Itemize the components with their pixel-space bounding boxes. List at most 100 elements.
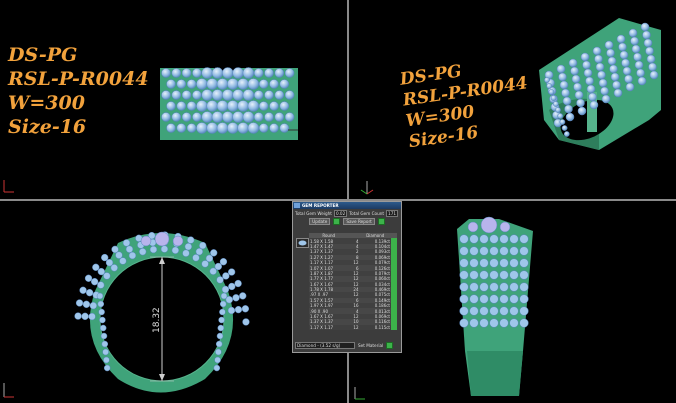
gem-stone bbox=[621, 58, 630, 68]
gem-stone bbox=[459, 306, 469, 316]
gem-stone bbox=[239, 292, 247, 300]
gem-stone bbox=[499, 282, 509, 292]
gem-stone bbox=[242, 318, 250, 326]
gem-stone bbox=[97, 267, 105, 276]
row-check-icon[interactable] bbox=[391, 324, 397, 331]
gem-stone bbox=[479, 318, 489, 328]
gem-stone bbox=[219, 258, 228, 266]
gem-reporter-titlebar[interactable]: GEM REPORTER bbox=[293, 202, 401, 209]
save-report-button[interactable]: Save Report bbox=[343, 217, 375, 225]
gem-stone bbox=[139, 248, 147, 256]
table-row[interactable]: 1.37 X 1.37 10 0.116ct bbox=[309, 319, 397, 325]
gem-stone bbox=[592, 46, 602, 56]
gem-stone bbox=[509, 318, 519, 328]
table-row[interactable]: 1.17 X 1.17 12 0.079ct bbox=[309, 259, 397, 266]
gem-stone bbox=[161, 68, 171, 78]
table-row[interactable]: 1.67 X 1.67 12 0.034ct bbox=[309, 281, 397, 287]
gem-stone bbox=[582, 60, 591, 70]
gem-stone bbox=[519, 282, 529, 292]
gem-stone bbox=[227, 306, 236, 315]
gem-stone bbox=[97, 300, 105, 308]
gem-stone bbox=[192, 112, 202, 122]
viewport-top-left[interactable]: DS-PG RSL-P-R0044 W=300 Size-16 bbox=[0, 0, 347, 199]
gem-stone bbox=[616, 34, 626, 44]
gem-stone bbox=[274, 68, 285, 78]
gem-stone bbox=[269, 123, 279, 133]
gem-stone bbox=[557, 113, 564, 119]
gem-stone bbox=[279, 79, 290, 89]
table-row[interactable]: 1.77 X 1.77 12 0.060ct bbox=[309, 276, 397, 282]
gem-stone bbox=[585, 76, 594, 86]
gem-stone bbox=[279, 123, 290, 133]
table-row[interactable]: 1.17 X 1.17 12 0.115ct bbox=[309, 324, 397, 331]
gem-stone bbox=[633, 52, 642, 62]
gem-stone bbox=[604, 40, 614, 50]
table-row[interactable]: .97 X .97 12 0.075ct bbox=[309, 292, 397, 298]
save-report-check-icon[interactable] bbox=[377, 217, 385, 225]
gem-stone bbox=[242, 89, 255, 101]
gem-stone bbox=[479, 306, 489, 316]
axis-gizmo-icon bbox=[360, 181, 374, 195]
gem-stone bbox=[563, 131, 570, 137]
gem-stone bbox=[643, 38, 653, 48]
ring-spec-label-perspective: DS-PG RSL-P-R0044 W=300 Size-16 bbox=[399, 54, 535, 155]
gem-stone bbox=[216, 122, 229, 134]
gem-stone bbox=[154, 231, 170, 247]
gem-stone bbox=[269, 79, 279, 89]
gem-stone bbox=[499, 270, 509, 280]
gem-stone bbox=[196, 78, 208, 90]
gem-stone bbox=[140, 235, 152, 247]
gem-stone bbox=[519, 246, 529, 256]
set-material-label: Set Material bbox=[358, 343, 384, 348]
gem-stone bbox=[215, 348, 222, 356]
update-button[interactable]: Update bbox=[309, 217, 331, 225]
gem-stone bbox=[227, 100, 239, 112]
gem-stone bbox=[489, 282, 499, 292]
gem-stone bbox=[217, 324, 225, 332]
table-row[interactable]: 1.87 X 1.87 12 0.079ct bbox=[309, 270, 397, 277]
table-row[interactable]: 1.67 X 1.67 12 0.069ct bbox=[309, 313, 397, 320]
gem-stone bbox=[166, 101, 176, 111]
gem-stone bbox=[227, 122, 239, 134]
gem-stone bbox=[241, 305, 250, 313]
gem-stone bbox=[570, 66, 579, 76]
update-check-icon[interactable] bbox=[333, 217, 341, 225]
gem-stone bbox=[546, 83, 553, 89]
gem-stone bbox=[459, 246, 469, 256]
gem-stone bbox=[489, 318, 499, 328]
gem-stone bbox=[600, 86, 609, 96]
gem-stone bbox=[176, 79, 187, 89]
gem-stone bbox=[480, 216, 498, 234]
gem-stone bbox=[218, 316, 225, 324]
gem-stone bbox=[97, 281, 105, 289]
gem-stone bbox=[284, 112, 295, 122]
gem-stone bbox=[247, 78, 260, 90]
gem-stone bbox=[171, 246, 180, 254]
table-row[interactable]: 1.78 X 1.78 24 0.469ct bbox=[309, 286, 397, 293]
gem-stone bbox=[99, 316, 106, 324]
material-select[interactable]: Diamond - (3.52 s/g) bbox=[295, 342, 355, 349]
gem-stone bbox=[459, 318, 469, 328]
gem-reporter-title: GEM REPORTER bbox=[302, 203, 339, 208]
gem-stone bbox=[242, 111, 255, 123]
gem-stone bbox=[489, 270, 499, 280]
gem-stone bbox=[479, 282, 489, 292]
gem-stone bbox=[489, 294, 499, 304]
viewport-top-right[interactable]: DS-PG RSL-P-R0044 W=300 Size-16 bbox=[349, 0, 676, 199]
gem-reporter-window[interactable]: GEM REPORTER Total Gem Weight 0.02 Total… bbox=[292, 201, 402, 353]
gem-stone bbox=[630, 36, 639, 46]
gem-stone bbox=[509, 294, 519, 304]
gem-stone bbox=[232, 294, 240, 302]
gem-stone bbox=[489, 306, 499, 316]
gem-stone bbox=[122, 239, 131, 247]
gem-stone bbox=[227, 78, 239, 90]
gem-stone bbox=[624, 74, 633, 84]
gem-stone bbox=[618, 42, 627, 52]
table-row[interactable]: 1.97 X 1.97 16 0.186ct bbox=[309, 303, 397, 309]
set-material-check-icon[interactable] bbox=[386, 342, 394, 349]
gem-stone bbox=[509, 282, 519, 292]
gem-stone bbox=[181, 90, 192, 100]
gem-stone bbox=[176, 101, 187, 111]
gem-stone bbox=[192, 68, 202, 78]
gem-stone bbox=[469, 282, 479, 292]
